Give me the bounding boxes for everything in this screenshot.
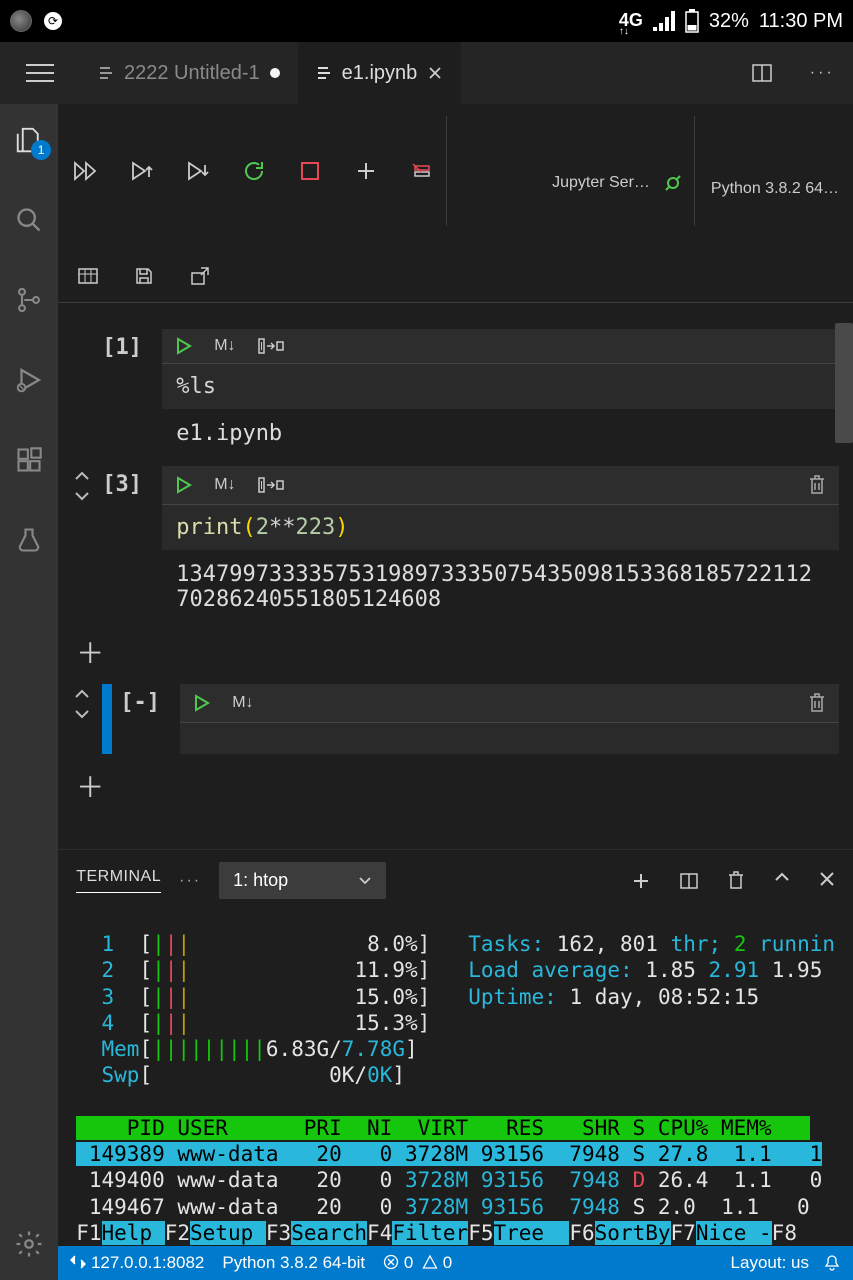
cell-toolbar: M↓ [180,684,839,722]
terminal-select[interactable]: 1: htop [219,862,386,899]
editor-tabs: 2222 Untitled-1 e1.ipynb [80,42,733,104]
cell-code[interactable]: print(2**223) [162,504,839,550]
layout-indicator[interactable]: Layout: us [731,1253,809,1273]
markdown-toggle[interactable]: M↓ [214,337,235,355]
tab-label: e1.ipynb [342,62,418,85]
tab-e1-ipynb[interactable]: e1.ipynb [298,42,462,104]
clear-output-icon[interactable] [408,157,436,185]
variables-icon[interactable] [74,262,102,290]
more-icon[interactable]: ··· [179,872,201,890]
cell-output: 1347997333357531989733350754350981533681… [162,550,839,620]
plus-icon: ＋ [58,760,104,812]
remote-indicator[interactable]: 127.0.0.1:8082 [70,1253,204,1273]
delete-cell-icon[interactable] [807,474,827,496]
add-cell-icon[interactable] [352,157,380,185]
add-cell-end[interactable]: ＋ [58,760,853,812]
run-below-icon[interactable] [184,157,212,185]
cell-prompt: [-] [120,684,176,715]
move-down-icon[interactable] [72,488,98,504]
file-icon [98,65,114,81]
badge: 1 [31,140,51,160]
collapse-panel-icon[interactable] [773,871,791,891]
status-bar: 127.0.0.1:8082 Python 3.8.2 64-bit 0 0 L… [58,1246,853,1280]
python-kernel-label[interactable]: Python 3.8.2 64… [711,180,839,197]
terminal-output[interactable]: 1 [||| 8.0%] Tasks: 162, 801 thr; 2 runn… [58,911,853,1246]
terminal-select-label: 1: htop [233,870,288,891]
clock: 11:30 PM [759,10,843,33]
menu-button[interactable] [0,42,80,104]
run-cell-icon[interactable] [174,476,192,494]
move-up-icon[interactable] [72,686,98,702]
kill-terminal-icon[interactable] [727,871,745,891]
new-terminal-icon[interactable] [631,871,651,891]
cell-code[interactable] [180,722,839,754]
save-icon[interactable] [130,262,158,290]
markdown-toggle[interactable]: M↓ [214,476,235,494]
kernel-status-icon [662,172,684,194]
problems[interactable]: 0 0 [383,1253,452,1273]
interrupt-kernel-icon[interactable] [296,157,324,185]
collapsed-bar[interactable] [102,684,112,754]
cell-prompt: [3] [102,466,158,497]
plus-icon: ＋ [58,626,104,678]
search-icon[interactable] [13,204,45,236]
bell-icon[interactable] [823,1254,841,1272]
expand-icon[interactable] [258,476,284,494]
run-cell-icon[interactable] [174,337,192,355]
app-icon-2: ⟳ [44,12,62,30]
run-all-icon[interactable] [72,157,100,185]
title-bar: 2222 Untitled-1 e1.ipynb ··· [0,42,853,104]
run-above-icon[interactable] [128,157,156,185]
python-env[interactable]: Python 3.8.2 64-bit [222,1253,365,1273]
export-icon[interactable] [186,262,214,290]
terminal-tab[interactable]: TERMINAL [76,868,161,893]
delete-cell-icon[interactable] [807,692,827,714]
split-terminal-icon[interactable] [679,871,699,891]
cell-toolbar: M↓ [162,466,839,504]
move-up-icon[interactable] [72,468,98,484]
source-control-icon[interactable] [13,284,45,316]
split-editor-icon[interactable] [751,62,773,84]
more-icon[interactable]: ··· [810,64,835,82]
network-icon: 4G↑↓ [619,10,643,32]
scrollbar[interactable] [835,323,853,443]
extensions-icon[interactable] [13,444,45,476]
notebook-body[interactable]: [1] M↓ %ls e1.ipynb [58,303,853,849]
tab-untitled[interactable]: 2222 Untitled-1 [80,42,298,104]
cell-toolbar: M↓ [162,329,839,363]
cell: [3] M↓ print(2**223) 1347997333357531989… [58,460,853,626]
explorer-icon[interactable]: 1 [13,124,45,156]
restart-kernel-icon[interactable] [240,157,268,185]
cell: [1] M↓ %ls e1.ipynb [58,323,853,460]
run-cell-icon[interactable] [192,694,210,712]
notebook-toolbar: Jupyter Ser… Python 3.8.2 64… [58,104,853,302]
close-panel-icon[interactable] [819,871,835,891]
cell-code[interactable]: %ls [162,363,839,409]
expand-icon[interactable] [258,337,284,355]
hamburger-icon [26,64,54,82]
move-down-icon[interactable] [72,706,98,722]
file-icon [316,65,332,81]
add-cell-between[interactable]: ＋ [58,626,853,678]
signal-bars-icon [653,11,675,31]
settings-gear-icon[interactable] [13,1228,45,1260]
cell-prompt: [1] [102,329,158,360]
battery-pct: 32% [709,10,749,33]
close-icon[interactable] [427,65,443,81]
chevron-down-icon [358,876,372,886]
run-debug-icon[interactable] [13,364,45,396]
cell: [-] M↓ [58,678,853,760]
modified-dot-icon [270,68,280,78]
tab-label: 2222 Untitled-1 [124,62,260,85]
battery-icon [685,9,699,33]
jupyter-server-label[interactable]: Jupyter Ser… [552,174,650,192]
device-status-bar: ⟳ 4G↑↓ 32% 11:30 PM [0,0,853,42]
cell-output: e1.ipynb [162,409,839,454]
markdown-toggle[interactable]: M↓ [232,694,253,712]
terminal-panel: TERMINAL ··· 1: htop 1 [||| [58,849,853,1246]
app-icon-1 [10,10,32,32]
activity-bar: 1 [0,104,58,1280]
testing-icon[interactable] [13,524,45,556]
